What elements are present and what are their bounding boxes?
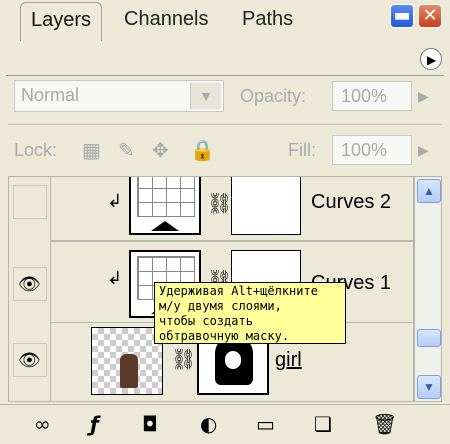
adjustment-layer-icon[interactable]: ◐ — [200, 412, 217, 436]
lock-pixels-icon[interactable]: ✎ — [118, 138, 135, 163]
opacity-label: Opacity: — [240, 86, 307, 106]
clipping-arrow-icon: ↲ — [107, 191, 123, 212]
visibility-toggle-girl[interactable]: 👁 — [13, 343, 47, 377]
tab-channels[interactable]: Channels — [114, 2, 219, 36]
scroll-thumb[interactable] — [417, 329, 441, 347]
layer-row-curves-2[interactable]: ↲ ⛓ Curves 2 — [51, 177, 413, 241]
new-layer-icon[interactable]: ❏ — [314, 412, 332, 436]
minimize-button[interactable]: ▬ — [390, 4, 414, 28]
minimize-icon: ▬ — [393, 5, 411, 26]
opacity-field[interactable]: 100% — [332, 81, 412, 111]
trash-icon[interactable]: 🗑 — [372, 412, 397, 436]
curves-thumbnail[interactable] — [129, 177, 201, 235]
chevron-down-icon: ▼ — [190, 83, 221, 109]
add-mask-icon[interactable]: ◘ — [142, 412, 158, 436]
panel-menu-button[interactable]: ▶ — [420, 48, 442, 70]
lock-label: Lock: — [14, 140, 58, 160]
close-icon: ✕ — [422, 5, 438, 26]
tab-paths[interactable]: Paths — [232, 2, 304, 36]
curve-indicator — [151, 221, 179, 231]
fill-field[interactable]: 100% — [332, 135, 412, 165]
layer-name[interactable]: girl — [275, 349, 302, 372]
divider — [8, 124, 442, 125]
blend-mode-value: Normal — [21, 85, 80, 105]
layer-name[interactable]: Curves 2 — [311, 191, 391, 214]
mask-link-icon[interactable]: ⛓ — [171, 347, 196, 371]
tooltip: Удерживая Alt+щёлкните м/у двумя слоями,… — [154, 282, 346, 344]
fill-label: Fill: — [288, 140, 316, 160]
mask-link-icon[interactable]: ⛓ — [207, 191, 232, 215]
lock-transparency-icon[interactable]: ▦ — [82, 138, 101, 163]
lock-position-icon[interactable]: ✥ — [152, 138, 169, 163]
opacity-slider-arrow-icon[interactable]: ▶ — [418, 88, 429, 105]
chevron-up-icon: ▲ — [423, 184, 435, 198]
lock-all-icon[interactable]: 🔒 — [190, 138, 215, 163]
chevron-down-icon: ▼ — [423, 380, 435, 394]
visibility-toggle-curves-2[interactable] — [13, 185, 47, 219]
layer-mask-thumbnail[interactable] — [231, 177, 301, 235]
layers-scrollbar[interactable]: ▲ ▼ — [414, 176, 442, 402]
blend-mode-select[interactable]: Normal ▼ — [14, 80, 224, 112]
menu-arrow-icon: ▶ — [427, 53, 437, 67]
scroll-up-button[interactable]: ▲ — [417, 179, 441, 203]
link-layers-icon[interactable]: ∞ — [34, 412, 51, 436]
curve-grid — [137, 177, 195, 217]
eye-icon: 👁 — [18, 274, 41, 295]
tab-row — [6, 36, 444, 76]
clipping-arrow-icon: ↲ — [107, 268, 123, 289]
eye-icon: 👁 — [18, 350, 41, 371]
mask-highlight — [225, 351, 241, 369]
scroll-down-button[interactable]: ▼ — [417, 375, 441, 399]
new-group-folder-icon[interactable]: ▭ — [256, 412, 275, 436]
fill-slider-arrow-icon[interactable]: ▶ — [418, 142, 429, 159]
layer-thumbnail[interactable] — [91, 327, 163, 395]
visibility-toggle-curves-1[interactable]: 👁 — [13, 267, 47, 301]
close-button[interactable]: ✕ — [418, 4, 442, 28]
tab-layers[interactable]: Layers — [20, 2, 103, 41]
figure-silhouette — [120, 354, 138, 388]
layer-style-icon[interactable]: ƒ — [90, 412, 99, 436]
